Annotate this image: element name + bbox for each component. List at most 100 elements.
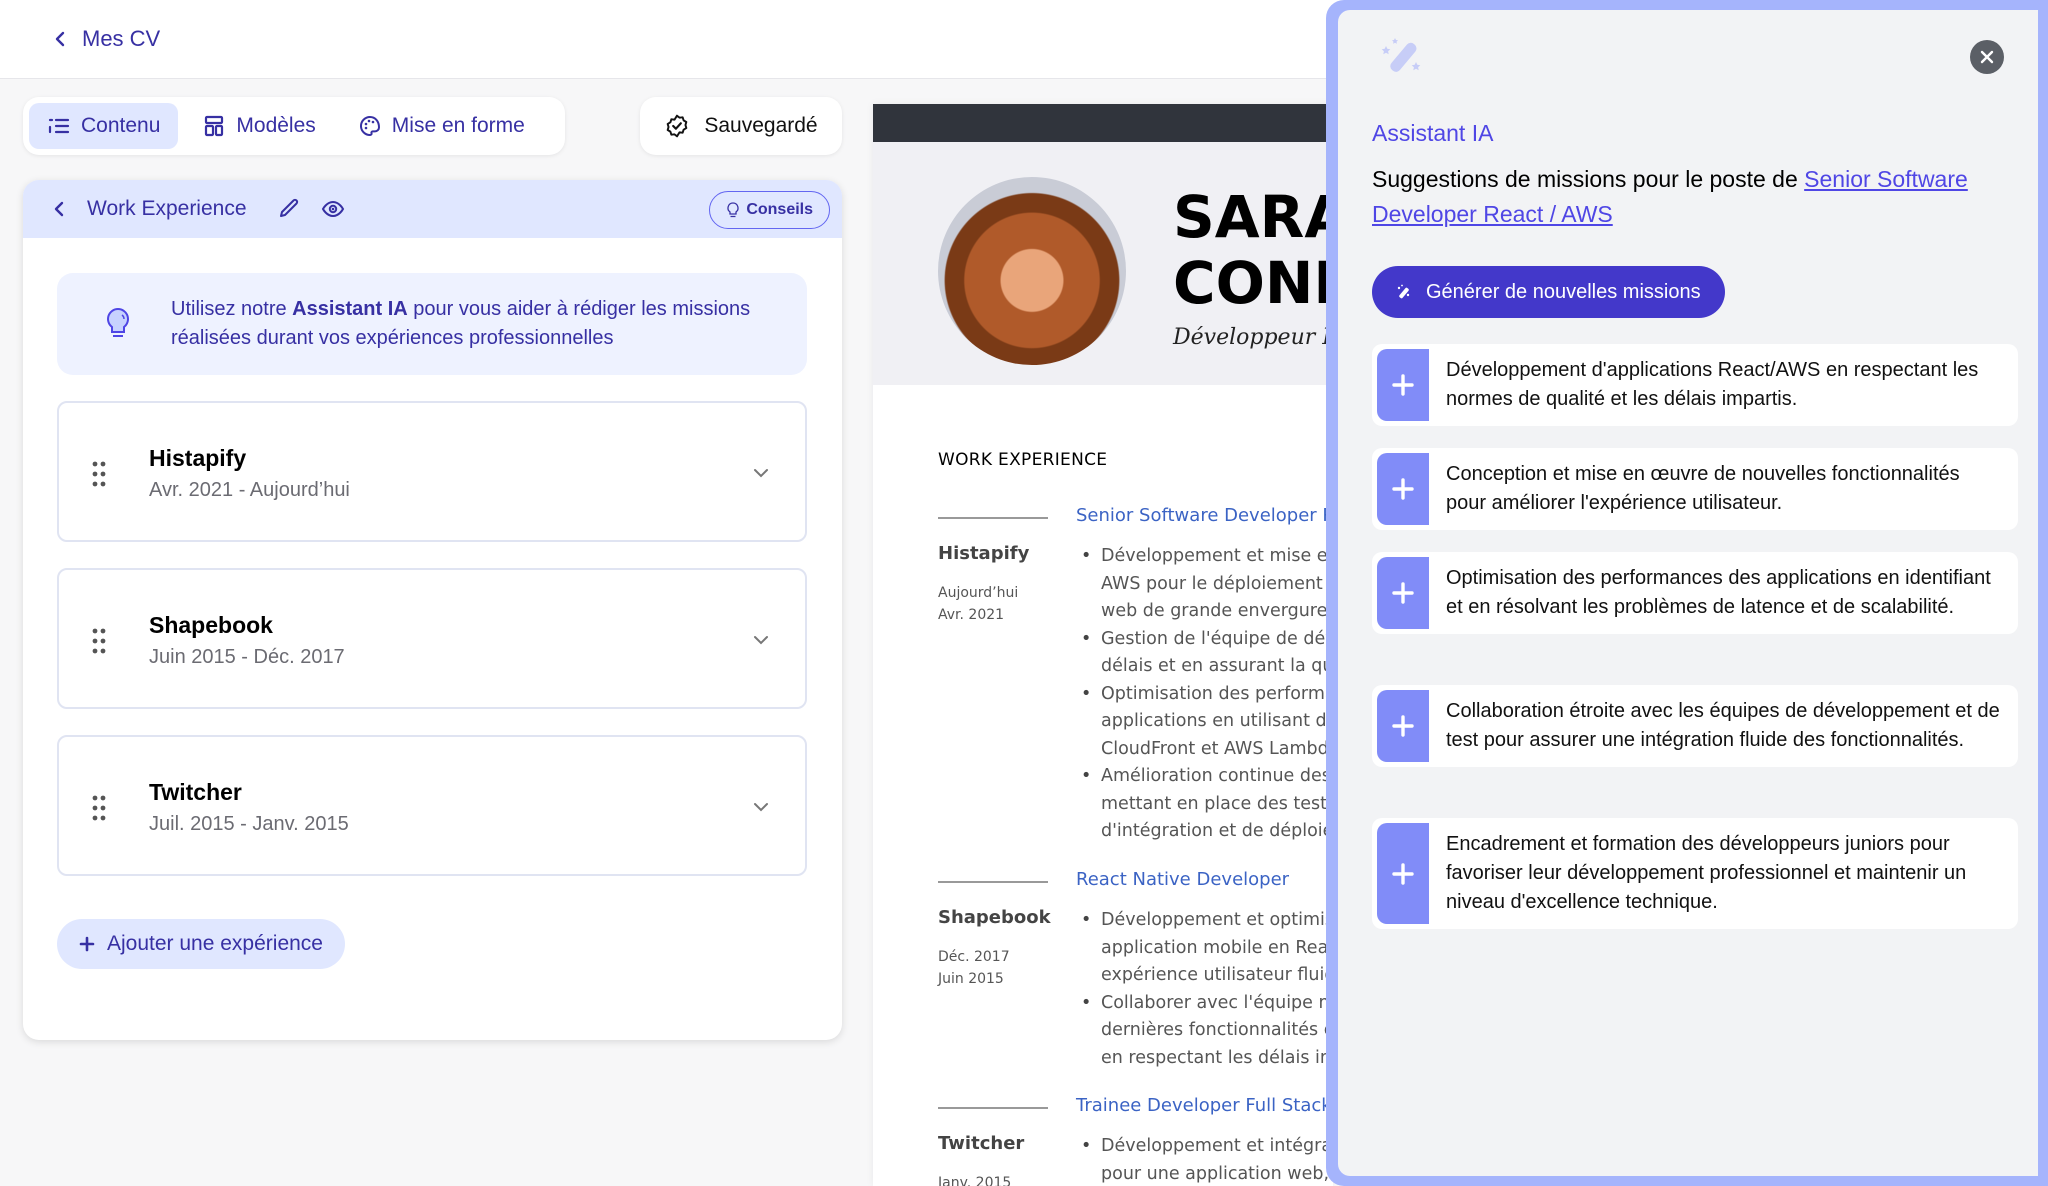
add-suggestion-button[interactable] [1377, 453, 1429, 525]
cv-mission-line: Développement et optimis [1081, 907, 1333, 935]
eye-icon[interactable] [321, 197, 345, 221]
suggestion-text: Optimisation des performances des applic… [1446, 567, 1991, 618]
chevron-down-icon[interactable] [751, 463, 771, 483]
tab-contenu[interactable]: Contenu [29, 103, 179, 149]
badge-check-icon [667, 114, 688, 138]
lightbulb-icon [107, 307, 129, 337]
company-name: Twitcher [149, 779, 242, 805]
magic-wand-icon [1381, 38, 1421, 72]
experience-dates: Juin 2015 - Déc. 2017 [149, 646, 345, 668]
ai-assistant-tip: Utilisez notre Assistant IA pour vous ai… [57, 273, 807, 375]
assistant-name: Assistant IA [292, 298, 408, 320]
pencil-icon[interactable] [277, 197, 301, 221]
cv-job-title: Senior Software Developer React / AWS [1076, 505, 1333, 526]
cv-full-name: SARAHCONNOR [1173, 183, 1333, 317]
close-button[interactable] [1970, 40, 2004, 74]
cv-company: Twitcher [938, 1133, 1025, 1154]
drag-handle-icon[interactable] [92, 461, 106, 487]
cv-mission-line: CloudFront et AWS Lambda [1101, 738, 1333, 759]
back-link-label: Mes CV [82, 26, 161, 51]
cv-job-title: Trainee Developer Full Stack [1076, 1095, 1332, 1116]
tip-text: Utilisez notre Assistant IA pour vous ai… [171, 298, 751, 349]
panel-title: Assistant IA [1372, 120, 1494, 146]
experience-dates: Juil. 2015 - Janv. 2015 [149, 813, 349, 835]
experience-card-twitcher[interactable]: Twitcher Juil. 2015 - Janv. 2015 [57, 735, 807, 876]
cv-date-end: Janv. 2015 [938, 1175, 1012, 1186]
cv-preview: SARAHCONNOR Développeur Full Stack WORK … [873, 104, 1333, 1186]
ai-assistant-panel: Assistant IA Suggestions de missions pou… [1326, 0, 2048, 1186]
mission-suggestion[interactable]: Développement d'applications React/AWS e… [1372, 344, 2018, 426]
mission-suggestion[interactable]: Encadrement et formation des développeur… [1372, 818, 2018, 929]
tab-mise-en-forme[interactable]: Mise en forme [340, 103, 543, 149]
experience-card-histapify[interactable]: Histapify Avr. 2021 - Aujourd’hui [57, 401, 807, 542]
cv-mission-line: Amélioration continue des [1081, 763, 1333, 791]
company-name: Histapify [149, 445, 247, 471]
cv-mission-line: délais et en assurant la qua [1101, 656, 1333, 676]
add-suggestion-button[interactable] [1377, 823, 1429, 924]
cv-mission-line: applications en utilisant de [1101, 711, 1333, 731]
cv-missions: Développement et optimisapplication mobi… [1081, 907, 1333, 1072]
tips-label: Conseils [746, 201, 813, 218]
mission-suggestion[interactable]: Collaboration étroite avec les équipes d… [1372, 685, 2018, 767]
plus-icon [1392, 478, 1414, 500]
cv-date-end: Aujourd’hui [938, 585, 1019, 601]
suggestion-text: Encadrement et formation des développeur… [1446, 833, 1967, 913]
mission-suggestion[interactable]: Conception et mise en œuvre de nouvelles… [1372, 448, 2018, 530]
tab-modeles[interactable]: Modèles [184, 103, 333, 149]
cv-missions: Développement et intégratpour une applic… [1081, 1133, 1333, 1186]
cv-section-title: WORK EXPERIENCE [938, 450, 1108, 470]
cv-date-start: Juin 2015 [938, 971, 1004, 987]
add-suggestion-button[interactable] [1377, 349, 1429, 421]
cv-job-title: Développeur Full Stack [1173, 325, 1333, 350]
cv-top-band [873, 104, 1333, 142]
drag-handle-icon[interactable] [92, 795, 106, 821]
section-header: Work Experience Conseils [23, 180, 842, 238]
list-icon [48, 118, 70, 134]
section-title: Work Experience [87, 197, 247, 220]
add-suggestion-button[interactable] [1377, 690, 1429, 762]
cv-mission-line: Optimisation des performa [1081, 681, 1333, 709]
work-experience-editor: Work Experience Conseils Utilisez notre … [23, 180, 842, 1040]
drag-handle-icon[interactable] [92, 628, 106, 654]
save-status-label: Sauvegardé [704, 114, 818, 137]
plus-icon [1392, 715, 1414, 737]
cv-mission-line: Collaborer avec l'équipe m [1081, 990, 1333, 1018]
palette-icon [359, 115, 380, 137]
company-name: Shapebook [149, 612, 273, 638]
add-suggestion-button[interactable] [1377, 557, 1429, 629]
cv-date-start: Avr. 2021 [938, 607, 1005, 623]
cv-mission-line: pour une application web, [1101, 1163, 1333, 1184]
cv-mission-line: expérience utilisateur fluid [1101, 965, 1333, 985]
cv-date-end: Déc. 2017 [938, 949, 1010, 965]
save-status-button[interactable]: Sauvegardé [640, 97, 842, 155]
chevron-left-icon[interactable] [51, 201, 67, 217]
back-to-my-cvs-link[interactable]: Mes CV [52, 26, 160, 52]
mission-suggestion[interactable]: Optimisation des performances des applic… [1372, 552, 2018, 634]
add-experience-button[interactable]: Ajouter une expérience [57, 919, 345, 969]
cv-job-title: React Native Developer [1076, 869, 1290, 890]
cv-mission-line: dernières fonctionnalités e [1101, 1020, 1333, 1040]
suggestion-text: Développement d'applications React/AWS e… [1446, 359, 1979, 410]
close-icon [1980, 50, 1994, 64]
experience-card-shapebook[interactable]: Shapebook Juin 2015 - Déc. 2017 [57, 568, 807, 709]
suggestions-heading: Suggestions de missions pour le poste de… [1372, 166, 1968, 227]
tips-button[interactable]: Conseils [709, 191, 830, 229]
plus-icon [79, 936, 95, 952]
chevron-left-icon [55, 31, 65, 47]
layout-icon [205, 115, 224, 137]
cv-mission-line: d'intégration et de déploier [1101, 821, 1333, 841]
cv-mission-line: Développement et intégrat [1081, 1133, 1333, 1161]
chevron-down-icon[interactable] [751, 797, 771, 817]
generate-missions-button[interactable]: Générer de nouvelles missions [1372, 266, 1725, 318]
magic-wand-icon [1397, 284, 1410, 299]
divider [938, 881, 1048, 883]
cv-header: SARAHCONNOR Développeur Full Stack [873, 142, 1333, 385]
cv-company: Shapebook [938, 907, 1051, 928]
plus-icon [1392, 582, 1414, 604]
plus-icon [1392, 374, 1414, 396]
chevron-down-icon[interactable] [751, 630, 771, 650]
cv-mission-line: en respectant les délais im [1101, 1047, 1333, 1068]
lightbulb-icon [727, 202, 739, 218]
tab-label: Contenu [81, 114, 161, 137]
plus-icon [1392, 862, 1414, 885]
